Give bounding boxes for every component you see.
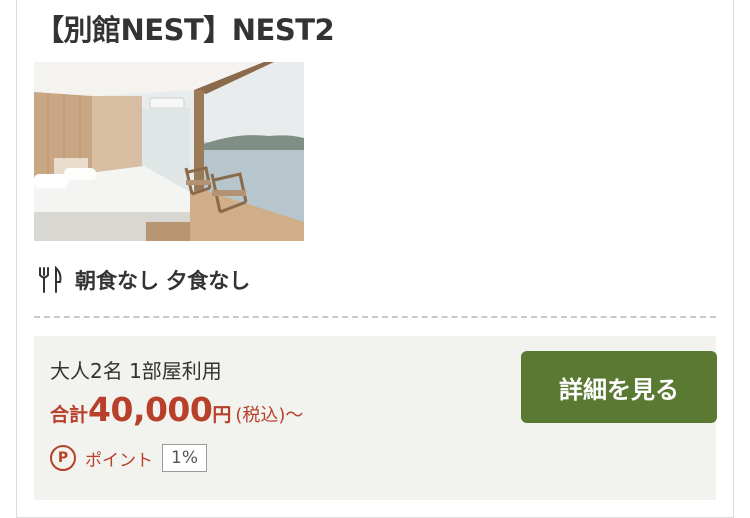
price-amount: 40,000 [88, 390, 213, 429]
points-rate-badge: 1% [162, 444, 207, 472]
price-tax-note: (税込)〜 [235, 405, 304, 426]
meal-info: 朝食なし 夕食なし [37, 265, 250, 295]
detail-button[interactable]: 詳細を見る [521, 351, 717, 423]
price-total: 合計 40,000 円 (税込)〜 [50, 390, 303, 429]
price-unit: 円 [212, 404, 232, 426]
point-icon: P [50, 445, 76, 471]
divider [34, 316, 716, 318]
guest-count: 大人2名 1部屋利用 [50, 359, 222, 383]
room-photo-image [34, 62, 304, 241]
points-label: ポイント [85, 450, 153, 471]
room-card: 【別館NEST】NEST2 朝食なし 夕食なし 大人2名 1部屋利用 合計 40… [16, 0, 734, 518]
fork-knife-icon [39, 266, 62, 293]
room-photo[interactable] [34, 62, 304, 241]
meal-text: 朝食なし 夕食なし [75, 269, 251, 293]
points-info: P ポイント 1% [50, 444, 207, 472]
plan-summary: 大人2名 1部屋利用 合計 40,000 円 (税込)〜 P ポイント 1% 詳… [34, 336, 717, 500]
room-title: 【別館NEST】NEST2 [35, 13, 335, 47]
price-prefix: 合計 [50, 404, 89, 426]
